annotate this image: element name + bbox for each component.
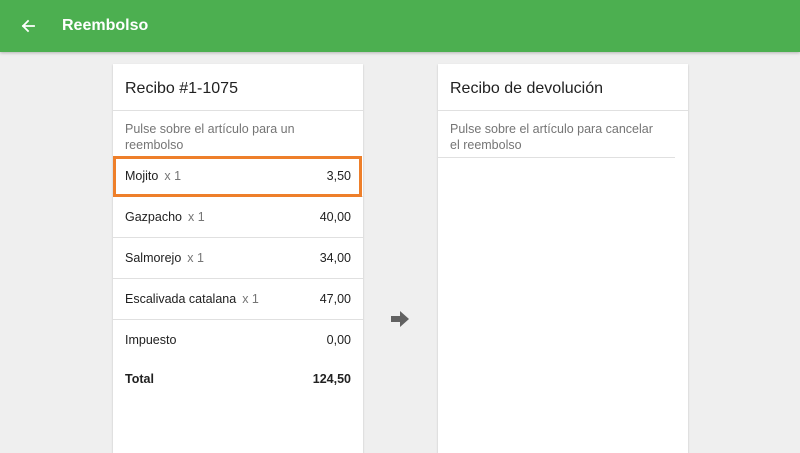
item-quantity: x 1	[242, 292, 259, 306]
app-bar: Reembolso	[0, 0, 800, 52]
item-name: Mojito	[125, 169, 159, 183]
arrow-left-icon	[21, 19, 35, 33]
refund-hint: Pulse sobre el artículo para cancelar el…	[438, 111, 675, 158]
receipt-item-salmorejo[interactable]: Salmorejo x 1 34,00	[113, 238, 363, 279]
item-price: 47,00	[319, 292, 351, 306]
tax-row: Impuesto 0,00	[113, 320, 363, 360]
item-name: Gazpacho	[125, 210, 182, 224]
receipt-item-mojito[interactable]: Mojito x 1 3,50	[113, 156, 363, 197]
receipt-title: Recibo #1-1075	[113, 64, 363, 111]
back-button[interactable]	[0, 0, 56, 52]
receipt-item-gazpacho[interactable]: Gazpacho x 1 40,00	[113, 197, 363, 238]
tax-value: 0,00	[326, 333, 351, 347]
item-quantity: x 1	[187, 210, 205, 224]
tax-label: Impuesto	[125, 333, 177, 347]
refund-title: Recibo de devolución	[438, 64, 688, 111]
total-value: 124,50	[312, 372, 351, 386]
page-title: Reembolso	[62, 17, 149, 34]
item-quantity: x 1	[164, 169, 182, 183]
arrow-right-icon	[391, 311, 409, 327]
total-label: Total	[125, 372, 154, 386]
receipt-item-escalivada[interactable]: Escalivada catalana x 1 47,00	[113, 279, 363, 320]
item-name: Salmorejo	[125, 251, 182, 265]
item-quantity: x 1	[187, 251, 204, 265]
receipt-card: Recibo #1-1075 Pulse sobre el artículo p…	[113, 64, 363, 453]
item-name: Escalivada catalana	[125, 292, 237, 306]
refund-card: Recibo de devolución Pulse sobre el artí…	[438, 64, 688, 453]
receipt-hint: Pulse sobre el artículo para un reembols…	[125, 122, 295, 152]
total-row: Total 124,50	[113, 360, 363, 398]
item-price: 40,00	[319, 210, 351, 224]
item-price: 34,00	[319, 251, 351, 265]
item-price: 3,50	[326, 169, 351, 183]
